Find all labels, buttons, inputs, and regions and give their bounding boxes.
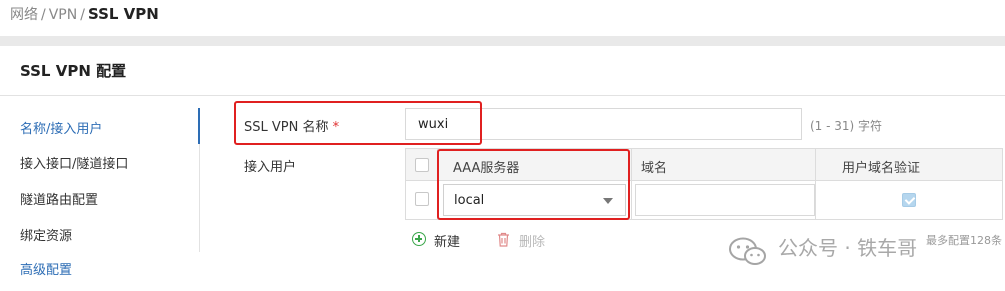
select-all-checkbox[interactable] <box>415 158 429 172</box>
breadcrumb-item-vpn[interactable]: VPN <box>49 7 78 23</box>
column-header-domain-verify: 用户域名验证 <box>842 161 921 176</box>
wechat-icon <box>729 237 766 265</box>
breadcrumb: 网络 / VPN / SSL VPN <box>10 4 159 24</box>
ssl-vpn-config-page: 网络 / VPN / SSL VPN SSL VPN 配置 名称/接入用户 接入接口/隧… <box>0 0 1005 291</box>
sidenav-item-interfaces[interactable]: 接入接口/隧道接口 <box>20 153 128 172</box>
sidenav-item-tunnel-routes[interactable]: 隧道路由配置 <box>20 189 98 208</box>
header-divider-band <box>0 36 1005 46</box>
add-button-label: 新建 <box>434 235 461 250</box>
column-header-domain: 域名 <box>641 161 668 176</box>
highlight-box-aaa <box>437 149 630 220</box>
add-button[interactable]: 新建 <box>412 231 460 250</box>
title-divider <box>0 95 1005 96</box>
add-circle-icon <box>412 232 426 246</box>
highlight-box-name <box>234 101 482 145</box>
sidenav-item-bind-resources[interactable]: 绑定资源 <box>20 225 72 244</box>
sidenav-item-name-users[interactable]: 名称/接入用户 <box>20 118 102 137</box>
sidenav-divider <box>199 144 200 252</box>
max-entries-note: 最多配置128条 <box>926 234 1002 247</box>
row-select-checkbox[interactable] <box>415 192 429 206</box>
domain-input[interactable] <box>635 184 815 216</box>
trash-icon <box>498 232 509 247</box>
breadcrumb-separator: / <box>80 7 85 23</box>
breadcrumb-item-network[interactable]: 网络 <box>10 7 38 23</box>
table-col-divider <box>631 149 632 219</box>
vpn-name-hint: (1 - 31) 字符 <box>810 119 883 133</box>
sidenav-active-indicator <box>198 108 200 144</box>
table-col-divider <box>815 149 816 219</box>
watermark-text: 公众号 · 铁车哥 <box>778 236 918 260</box>
access-users-label: 接入用户 <box>244 160 297 175</box>
breadcrumb-current: SSL VPN <box>87 5 159 23</box>
sidenav-item-advanced[interactable]: 高级配置 <box>20 259 72 278</box>
panel-title: SSL VPN 配置 <box>20 62 127 80</box>
breadcrumb-separator: / <box>41 7 46 23</box>
delete-button-label: 删除 <box>519 235 546 250</box>
domain-verify-checkbox[interactable] <box>902 193 916 207</box>
delete-button[interactable]: 删除 <box>497 231 545 250</box>
